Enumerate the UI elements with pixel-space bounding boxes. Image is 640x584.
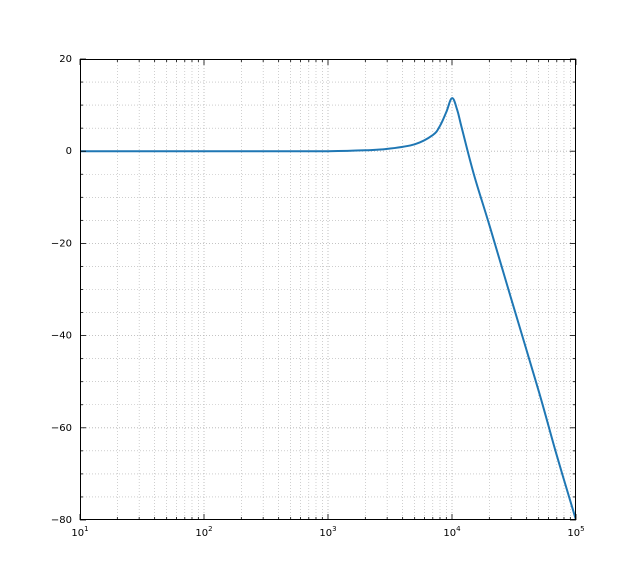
axes-svg: 101102103104105−80−60−40−20020: [80, 59, 576, 520]
x-tick-label: 102: [195, 525, 212, 539]
y-tick-label: −20: [51, 238, 72, 249]
figure: 101 102 103 104 105 −80 −60 −40 −20 0 20: [0, 0, 640, 584]
y-tick-label: −60: [51, 423, 72, 434]
y-tick-label: −80: [51, 515, 72, 526]
y-tick-label: 0: [66, 146, 72, 157]
x-tick-label: 104: [443, 525, 461, 539]
x-tick-label: 103: [319, 525, 336, 539]
axes: 101102103104105−80−60−40−20020: [80, 59, 576, 520]
x-tick-label: 105: [567, 525, 584, 539]
y-tick-label: −40: [51, 331, 72, 342]
y-tick-label: 20: [59, 54, 72, 65]
x-tick-label: 101: [71, 525, 88, 539]
